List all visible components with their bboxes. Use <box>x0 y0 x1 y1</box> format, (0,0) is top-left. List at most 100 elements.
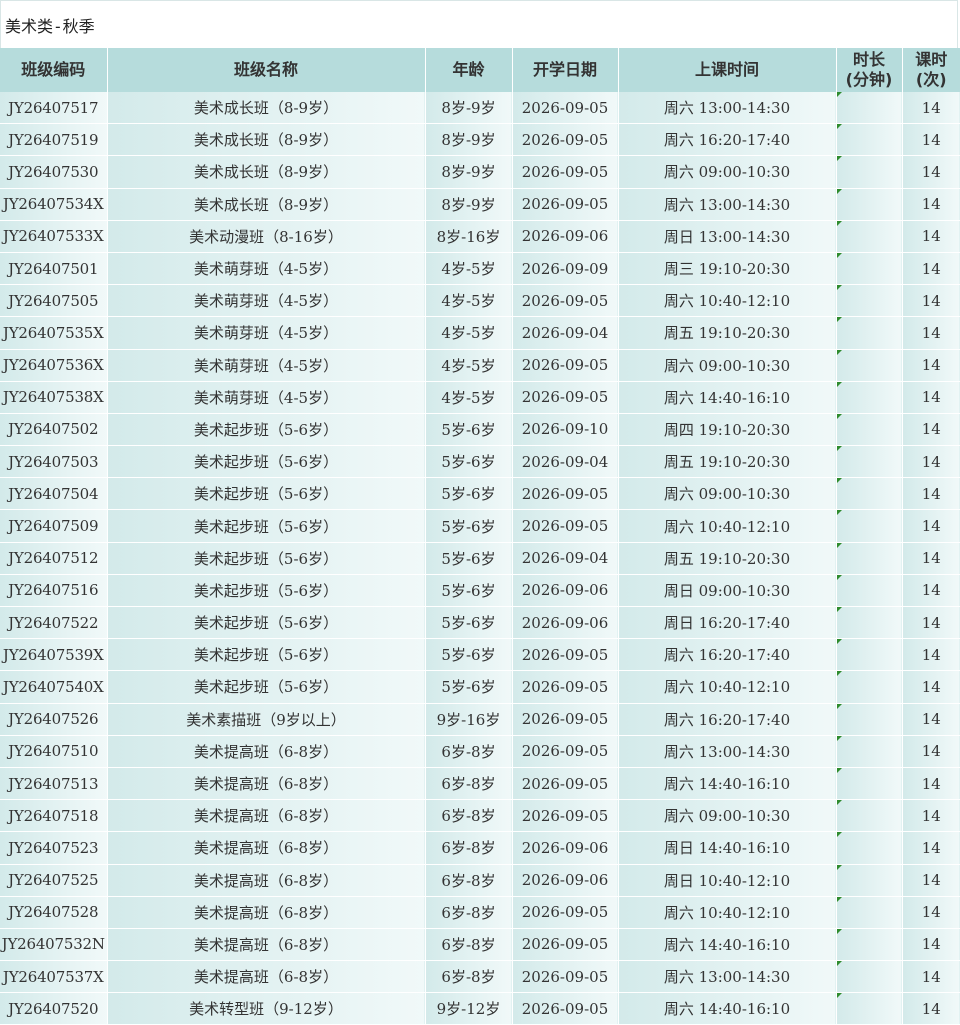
cell-start-date[interactable]: 2026-09-06 <box>512 831 619 865</box>
cell-class-time[interactable]: 周六 13:00-14:30 <box>618 188 837 221</box>
cell-class-code[interactable]: JY26407510 <box>0 735 108 768</box>
cell-duration[interactable] <box>836 477 903 511</box>
cell-class-name[interactable]: 美术提高班（6-8岁） <box>107 831 426 865</box>
cell-age[interactable]: 5岁-6岁 <box>425 638 513 672</box>
cell-age[interactable]: 6岁-8岁 <box>425 864 513 897</box>
cell-start-date[interactable]: 2026-09-05 <box>512 767 619 801</box>
cell-class-name[interactable]: 美术起步班（5-6岁） <box>107 670 426 704</box>
cell-class-name[interactable]: 美术提高班（6-8岁） <box>107 799 426 833</box>
cell-class-name[interactable]: 美术起步班（5-6岁） <box>107 413 426 447</box>
cell-start-date[interactable]: 2026-09-05 <box>512 960 619 994</box>
cell-duration[interactable] <box>836 606 903 640</box>
cell-class-name[interactable]: 美术提高班（6-8岁） <box>107 928 426 962</box>
cell-lessons[interactable]: 14 <box>902 349 960 382</box>
cell-duration[interactable] <box>836 381 903 414</box>
cell-class-code[interactable]: JY26407539X <box>0 638 108 672</box>
cell-lessons[interactable]: 14 <box>902 188 960 221</box>
cell-lessons[interactable]: 14 <box>902 670 960 704</box>
cell-class-code[interactable]: JY26407536X <box>0 349 108 382</box>
cell-class-name[interactable]: 美术成长班（8-9岁） <box>107 123 426 157</box>
cell-start-date[interactable]: 2026-09-05 <box>512 92 619 125</box>
cell-start-date[interactable]: 2026-09-05 <box>512 896 619 929</box>
cell-class-time[interactable]: 周三 19:10-20:30 <box>618 252 837 286</box>
cell-start-date[interactable]: 2026-09-05 <box>512 992 619 1025</box>
cell-age[interactable]: 9岁-12岁 <box>425 992 513 1025</box>
cell-class-time[interactable]: 周六 16:20-17:40 <box>618 123 837 157</box>
cell-class-time[interactable]: 周六 09:00-10:30 <box>618 349 837 382</box>
cell-class-code[interactable]: JY26407525 <box>0 864 108 897</box>
cell-class-time[interactable]: 周日 13:00-14:30 <box>618 220 837 253</box>
cell-class-name[interactable]: 美术萌芽班（4-5岁） <box>107 252 426 286</box>
cell-age[interactable]: 6岁-8岁 <box>425 767 513 801</box>
cell-start-date[interactable]: 2026-09-04 <box>512 445 619 479</box>
cell-class-time[interactable]: 周六 10:40-12:10 <box>618 509 837 543</box>
cell-class-time[interactable]: 周六 09:00-10:30 <box>618 799 837 833</box>
cell-class-code[interactable]: JY26407526 <box>0 703 108 736</box>
cell-class-code[interactable]: JY26407523 <box>0 831 108 865</box>
cell-class-name[interactable]: 美术转型班（9-12岁） <box>107 992 426 1025</box>
cell-duration[interactable] <box>836 670 903 704</box>
cell-age[interactable]: 8岁-9岁 <box>425 123 513 157</box>
cell-age[interactable]: 5岁-6岁 <box>425 574 513 608</box>
cell-start-date[interactable]: 2026-09-04 <box>512 316 619 350</box>
cell-start-date[interactable]: 2026-09-05 <box>512 670 619 704</box>
cell-duration[interactable] <box>836 992 903 1025</box>
cell-age[interactable]: 6岁-8岁 <box>425 896 513 929</box>
cell-class-code[interactable]: JY26407518 <box>0 799 108 833</box>
cell-lessons[interactable]: 14 <box>902 220 960 253</box>
cell-start-date[interactable]: 2026-09-05 <box>512 284 619 318</box>
cell-start-date[interactable]: 2026-09-10 <box>512 413 619 447</box>
cell-class-time[interactable]: 周六 13:00-14:30 <box>618 960 837 994</box>
cell-start-date[interactable]: 2026-09-05 <box>512 381 619 414</box>
cell-start-date[interactable]: 2026-09-05 <box>512 638 619 672</box>
cell-class-code[interactable]: JY26407504 <box>0 477 108 511</box>
cell-class-code[interactable]: JY26407520 <box>0 992 108 1025</box>
cell-duration[interactable] <box>836 799 903 833</box>
cell-start-date[interactable]: 2026-09-06 <box>512 606 619 640</box>
cell-start-date[interactable]: 2026-09-05 <box>512 188 619 221</box>
cell-duration[interactable] <box>836 574 903 608</box>
cell-class-code[interactable]: JY26407513 <box>0 767 108 801</box>
cell-class-name[interactable]: 美术动漫班（8-16岁） <box>107 220 426 253</box>
cell-class-name[interactable]: 美术萌芽班（4-5岁） <box>107 349 426 382</box>
cell-class-time[interactable]: 周六 10:40-12:10 <box>618 670 837 704</box>
cell-start-date[interactable]: 2026-09-06 <box>512 864 619 897</box>
cell-duration[interactable] <box>836 864 903 897</box>
cell-class-code[interactable]: JY26407501 <box>0 252 108 286</box>
cell-lessons[interactable]: 14 <box>902 735 960 768</box>
cell-class-name[interactable]: 美术提高班（6-8岁） <box>107 735 426 768</box>
cell-class-time[interactable]: 周六 10:40-12:10 <box>618 896 837 929</box>
cell-class-name[interactable]: 美术萌芽班（4-5岁） <box>107 316 426 350</box>
cell-class-time[interactable]: 周五 19:10-20:30 <box>618 542 837 575</box>
cell-duration[interactable] <box>836 284 903 318</box>
cell-class-code[interactable]: JY26407533X <box>0 220 108 253</box>
cell-class-name[interactable]: 美术提高班（6-8岁） <box>107 960 426 994</box>
cell-class-time[interactable]: 周六 10:40-12:10 <box>618 284 837 318</box>
cell-duration[interactable] <box>836 638 903 672</box>
cell-duration[interactable] <box>836 703 903 736</box>
cell-age[interactable]: 5岁-6岁 <box>425 606 513 640</box>
cell-age[interactable]: 8岁-9岁 <box>425 92 513 125</box>
cell-duration[interactable] <box>836 928 903 962</box>
cell-lessons[interactable]: 14 <box>902 864 960 897</box>
cell-class-name[interactable]: 美术成长班（8-9岁） <box>107 188 426 221</box>
cell-class-time[interactable]: 周六 16:20-17:40 <box>618 638 837 672</box>
cell-start-date[interactable]: 2026-09-05 <box>512 703 619 736</box>
cell-lessons[interactable]: 14 <box>902 445 960 479</box>
cell-start-date[interactable]: 2026-09-05 <box>512 799 619 833</box>
cell-duration[interactable] <box>836 188 903 221</box>
cell-duration[interactable] <box>836 831 903 865</box>
cell-age[interactable]: 4岁-5岁 <box>425 284 513 318</box>
cell-start-date[interactable]: 2026-09-05 <box>512 155 619 189</box>
cell-start-date[interactable]: 2026-09-06 <box>512 220 619 253</box>
cell-lessons[interactable]: 14 <box>902 542 960 575</box>
cell-age[interactable]: 9岁-16岁 <box>425 703 513 736</box>
cell-class-time[interactable]: 周日 10:40-12:10 <box>618 864 837 897</box>
cell-age[interactable]: 8岁-9岁 <box>425 188 513 221</box>
cell-start-date[interactable]: 2026-09-05 <box>512 349 619 382</box>
cell-class-time[interactable]: 周五 19:10-20:30 <box>618 445 837 479</box>
cell-lessons[interactable]: 14 <box>902 928 960 962</box>
cell-class-name[interactable]: 美术起步班（5-6岁） <box>107 542 426 575</box>
cell-class-name[interactable]: 美术起步班（5-6岁） <box>107 574 426 608</box>
cell-class-time[interactable]: 周日 09:00-10:30 <box>618 574 837 608</box>
